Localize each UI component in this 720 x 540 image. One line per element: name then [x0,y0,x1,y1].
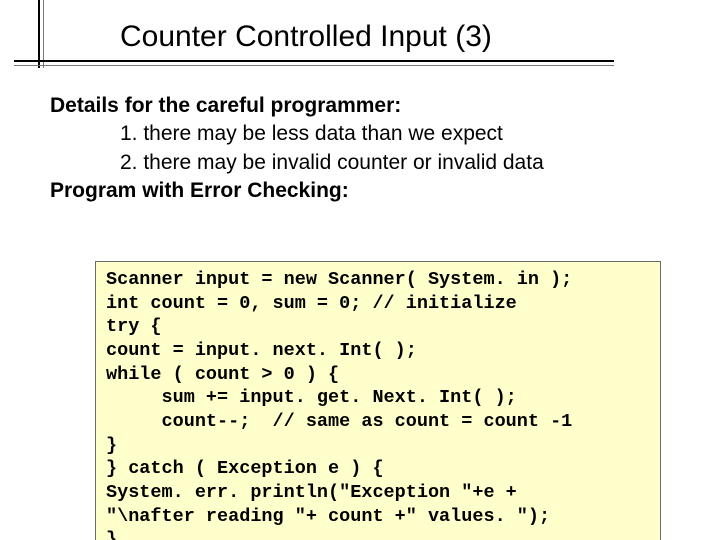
program-heading: Program with Error Checking: [50,177,680,205]
code-line: try { [106,316,162,337]
header-vline-thick [38,0,40,68]
code-line: count--; // same as count = count -1 [106,411,572,432]
page-title: Counter Controlled Input (3) [120,20,492,54]
code-line: } catch ( Exception e ) { [106,458,384,479]
body-text: Details for the careful programmer: 1. t… [50,92,680,205]
detail-item-1: 1. there may be less data than we expect [120,120,680,148]
detail-item-2: 2. there may be invalid counter or inval… [120,149,680,177]
code-line: } [106,435,117,456]
details-heading: Details for the careful programmer: [50,92,680,120]
header-vline-thin [43,0,44,68]
code-line: int count = 0, sum = 0; // initialize [106,293,517,314]
code-line: while ( count > 0 ) { [106,364,339,385]
code-block: Scanner input = new Scanner( System. in … [95,261,661,540]
code-line: sum += input. get. Next. Int( ); [106,387,517,408]
code-line: "\nafter reading "+ count +" values. "); [106,506,550,527]
code-line: count = input. next. Int( ); [106,340,417,361]
slide: Counter Controlled Input (3) Details for… [0,0,720,540]
header-hline-thick [14,60,614,62]
code-line: Scanner input = new Scanner( System. in … [106,269,572,290]
code-line: System. err. println("Exception "+e + [106,482,517,503]
code-line: } [106,529,117,540]
header-hline-thin [14,65,614,66]
